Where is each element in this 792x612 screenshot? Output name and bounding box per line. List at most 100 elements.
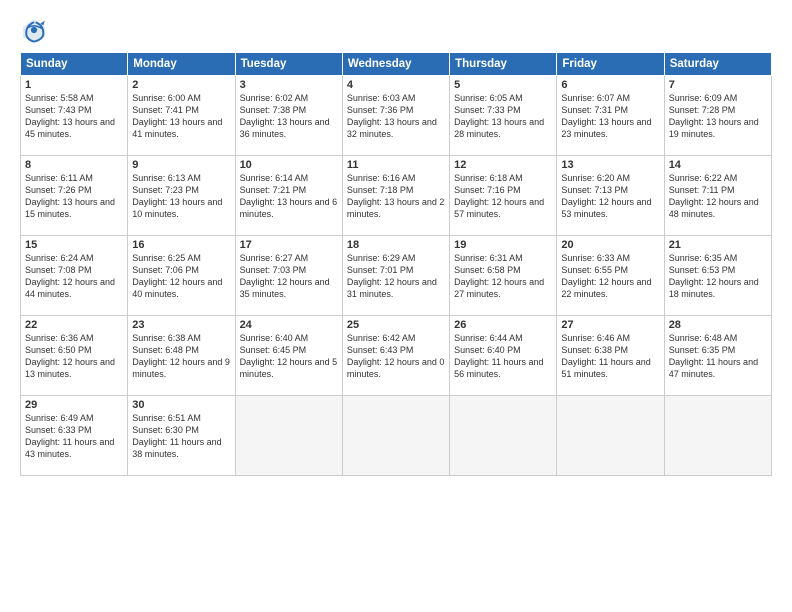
calendar-cell: 10Sunrise: 6:14 AMSunset: 7:21 PMDayligh… [235,156,342,236]
calendar-cell: 17Sunrise: 6:27 AMSunset: 7:03 PMDayligh… [235,236,342,316]
cell-info: Sunrise: 6:18 AMSunset: 7:16 PMDaylight:… [454,172,552,221]
day-number: 29 [25,399,123,411]
header-tuesday: Tuesday [235,53,342,76]
header-friday: Friday [557,53,664,76]
calendar-cell: 27Sunrise: 6:46 AMSunset: 6:38 PMDayligh… [557,316,664,396]
cell-info: Sunrise: 6:20 AMSunset: 7:13 PMDaylight:… [561,172,659,221]
calendar-cell: 22Sunrise: 6:36 AMSunset: 6:50 PMDayligh… [21,316,128,396]
day-number: 16 [132,239,230,251]
day-number: 11 [347,159,445,171]
calendar-cell: 24Sunrise: 6:40 AMSunset: 6:45 PMDayligh… [235,316,342,396]
day-number: 15 [25,239,123,251]
calendar-cell: 30Sunrise: 6:51 AMSunset: 6:30 PMDayligh… [128,396,235,476]
cell-info: Sunrise: 6:05 AMSunset: 7:33 PMDaylight:… [454,92,552,141]
cell-info: Sunrise: 6:40 AMSunset: 6:45 PMDaylight:… [240,332,338,381]
calendar-cell: 9Sunrise: 6:13 AMSunset: 7:23 PMDaylight… [128,156,235,236]
calendar-cell: 8Sunrise: 6:11 AMSunset: 7:26 PMDaylight… [21,156,128,236]
cell-info: Sunrise: 6:48 AMSunset: 6:35 PMDaylight:… [669,332,767,381]
calendar-cell: 3Sunrise: 6:02 AMSunset: 7:38 PMDaylight… [235,76,342,156]
header-saturday: Saturday [664,53,771,76]
logo-icon [20,16,48,44]
cell-info: Sunrise: 6:29 AMSunset: 7:01 PMDaylight:… [347,252,445,301]
calendar-cell: 18Sunrise: 6:29 AMSunset: 7:01 PMDayligh… [342,236,449,316]
day-number: 12 [454,159,552,171]
calendar-cell: 15Sunrise: 6:24 AMSunset: 7:08 PMDayligh… [21,236,128,316]
cell-info: Sunrise: 6:44 AMSunset: 6:40 PMDaylight:… [454,332,552,381]
calendar-cell: 2Sunrise: 6:00 AMSunset: 7:41 PMDaylight… [128,76,235,156]
calendar-cell: 20Sunrise: 6:33 AMSunset: 6:55 PMDayligh… [557,236,664,316]
day-number: 14 [669,159,767,171]
calendar: SundayMondayTuesdayWednesdayThursdayFrid… [20,52,772,476]
calendar-cell [342,396,449,476]
day-number: 18 [347,239,445,251]
day-number: 6 [561,79,659,91]
cell-info: Sunrise: 6:16 AMSunset: 7:18 PMDaylight:… [347,172,445,221]
calendar-cell: 6Sunrise: 6:07 AMSunset: 7:31 PMDaylight… [557,76,664,156]
day-number: 23 [132,319,230,331]
calendar-cell [235,396,342,476]
calendar-cell: 12Sunrise: 6:18 AMSunset: 7:16 PMDayligh… [450,156,557,236]
calendar-cell: 29Sunrise: 6:49 AMSunset: 6:33 PMDayligh… [21,396,128,476]
cell-info: Sunrise: 6:07 AMSunset: 7:31 PMDaylight:… [561,92,659,141]
header-monday: Monday [128,53,235,76]
day-number: 7 [669,79,767,91]
day-number: 22 [25,319,123,331]
header-sunday: Sunday [21,53,128,76]
day-number: 9 [132,159,230,171]
header-wednesday: Wednesday [342,53,449,76]
cell-info: Sunrise: 6:22 AMSunset: 7:11 PMDaylight:… [669,172,767,221]
day-number: 24 [240,319,338,331]
day-number: 3 [240,79,338,91]
cell-info: Sunrise: 6:35 AMSunset: 6:53 PMDaylight:… [669,252,767,301]
day-number: 17 [240,239,338,251]
logo [20,16,52,44]
cell-info: Sunrise: 6:49 AMSunset: 6:33 PMDaylight:… [25,412,123,461]
day-number: 20 [561,239,659,251]
cell-info: Sunrise: 6:36 AMSunset: 6:50 PMDaylight:… [25,332,123,381]
cell-info: Sunrise: 6:42 AMSunset: 6:43 PMDaylight:… [347,332,445,381]
day-number: 28 [669,319,767,331]
day-number: 4 [347,79,445,91]
day-number: 1 [25,79,123,91]
cell-info: Sunrise: 6:14 AMSunset: 7:21 PMDaylight:… [240,172,338,221]
day-number: 13 [561,159,659,171]
day-number: 10 [240,159,338,171]
cell-info: Sunrise: 6:24 AMSunset: 7:08 PMDaylight:… [25,252,123,301]
calendar-cell: 26Sunrise: 6:44 AMSunset: 6:40 PMDayligh… [450,316,557,396]
cell-info: Sunrise: 6:46 AMSunset: 6:38 PMDaylight:… [561,332,659,381]
calendar-cell: 13Sunrise: 6:20 AMSunset: 7:13 PMDayligh… [557,156,664,236]
week-row-5: 29Sunrise: 6:49 AMSunset: 6:33 PMDayligh… [21,396,772,476]
calendar-cell: 4Sunrise: 6:03 AMSunset: 7:36 PMDaylight… [342,76,449,156]
calendar-cell [664,396,771,476]
day-number: 19 [454,239,552,251]
day-number: 25 [347,319,445,331]
day-number: 26 [454,319,552,331]
calendar-cell: 19Sunrise: 6:31 AMSunset: 6:58 PMDayligh… [450,236,557,316]
calendar-cell: 28Sunrise: 6:48 AMSunset: 6:35 PMDayligh… [664,316,771,396]
cell-info: Sunrise: 6:02 AMSunset: 7:38 PMDaylight:… [240,92,338,141]
day-number: 2 [132,79,230,91]
calendar-cell: 1Sunrise: 5:58 AMSunset: 7:43 PMDaylight… [21,76,128,156]
cell-info: Sunrise: 6:33 AMSunset: 6:55 PMDaylight:… [561,252,659,301]
cell-info: Sunrise: 6:25 AMSunset: 7:06 PMDaylight:… [132,252,230,301]
cell-info: Sunrise: 6:27 AMSunset: 7:03 PMDaylight:… [240,252,338,301]
calendar-cell: 14Sunrise: 6:22 AMSunset: 7:11 PMDayligh… [664,156,771,236]
calendar-cell [557,396,664,476]
calendar-cell: 16Sunrise: 6:25 AMSunset: 7:06 PMDayligh… [128,236,235,316]
cell-info: Sunrise: 6:13 AMSunset: 7:23 PMDaylight:… [132,172,230,221]
week-row-3: 15Sunrise: 6:24 AMSunset: 7:08 PMDayligh… [21,236,772,316]
calendar-cell: 11Sunrise: 6:16 AMSunset: 7:18 PMDayligh… [342,156,449,236]
day-number: 30 [132,399,230,411]
week-row-2: 8Sunrise: 6:11 AMSunset: 7:26 PMDaylight… [21,156,772,236]
header-thursday: Thursday [450,53,557,76]
cell-info: Sunrise: 6:09 AMSunset: 7:28 PMDaylight:… [669,92,767,141]
calendar-cell: 5Sunrise: 6:05 AMSunset: 7:33 PMDaylight… [450,76,557,156]
day-number: 8 [25,159,123,171]
cell-info: Sunrise: 6:11 AMSunset: 7:26 PMDaylight:… [25,172,123,221]
day-number: 21 [669,239,767,251]
cell-info: Sunrise: 6:51 AMSunset: 6:30 PMDaylight:… [132,412,230,461]
cell-info: Sunrise: 6:31 AMSunset: 6:58 PMDaylight:… [454,252,552,301]
week-row-1: 1Sunrise: 5:58 AMSunset: 7:43 PMDaylight… [21,76,772,156]
calendar-cell: 23Sunrise: 6:38 AMSunset: 6:48 PMDayligh… [128,316,235,396]
cell-info: Sunrise: 6:03 AMSunset: 7:36 PMDaylight:… [347,92,445,141]
